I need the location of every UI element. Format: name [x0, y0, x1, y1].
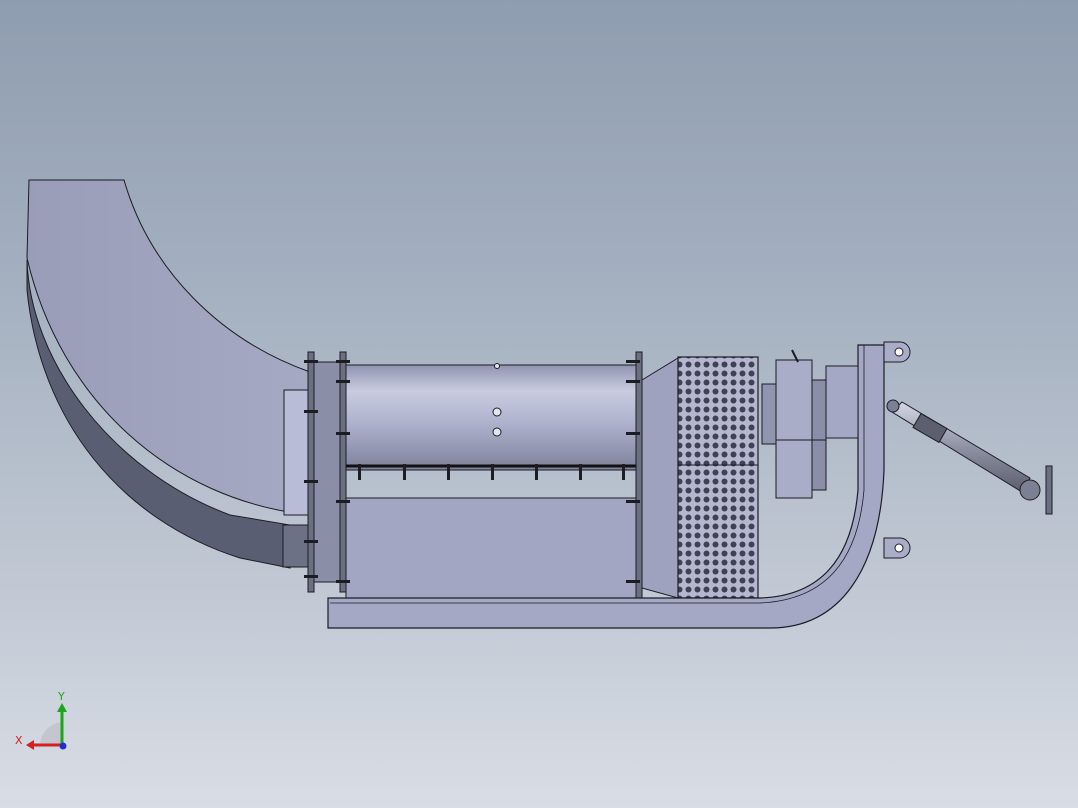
discharge-chute[interactable]	[26, 179, 311, 569]
drive-motor[interactable]	[761, 349, 859, 499]
perforated-screen[interactable]	[677, 356, 759, 599]
lifting-lugs[interactable]	[883, 341, 911, 559]
drive-shaft[interactable]	[886, 399, 1053, 515]
view-triad[interactable]: Y X	[15, 690, 67, 750]
right-flange[interactable]	[635, 351, 643, 599]
left-flange[interactable]	[307, 351, 347, 593]
drum-cylinder[interactable]	[345, 363, 639, 471]
x-axis-arrowhead	[26, 740, 34, 750]
z-axis-point	[59, 742, 67, 750]
lower-housing[interactable]	[345, 497, 639, 599]
x-axis-label: X	[15, 734, 23, 747]
model-view[interactable]: Y X	[0, 0, 1078, 808]
graphics-viewport[interactable]: Y X	[0, 0, 1078, 808]
y-axis-arrowhead	[57, 703, 67, 712]
y-axis-label: Y	[57, 690, 65, 703]
cone-transition[interactable]	[641, 357, 679, 599]
